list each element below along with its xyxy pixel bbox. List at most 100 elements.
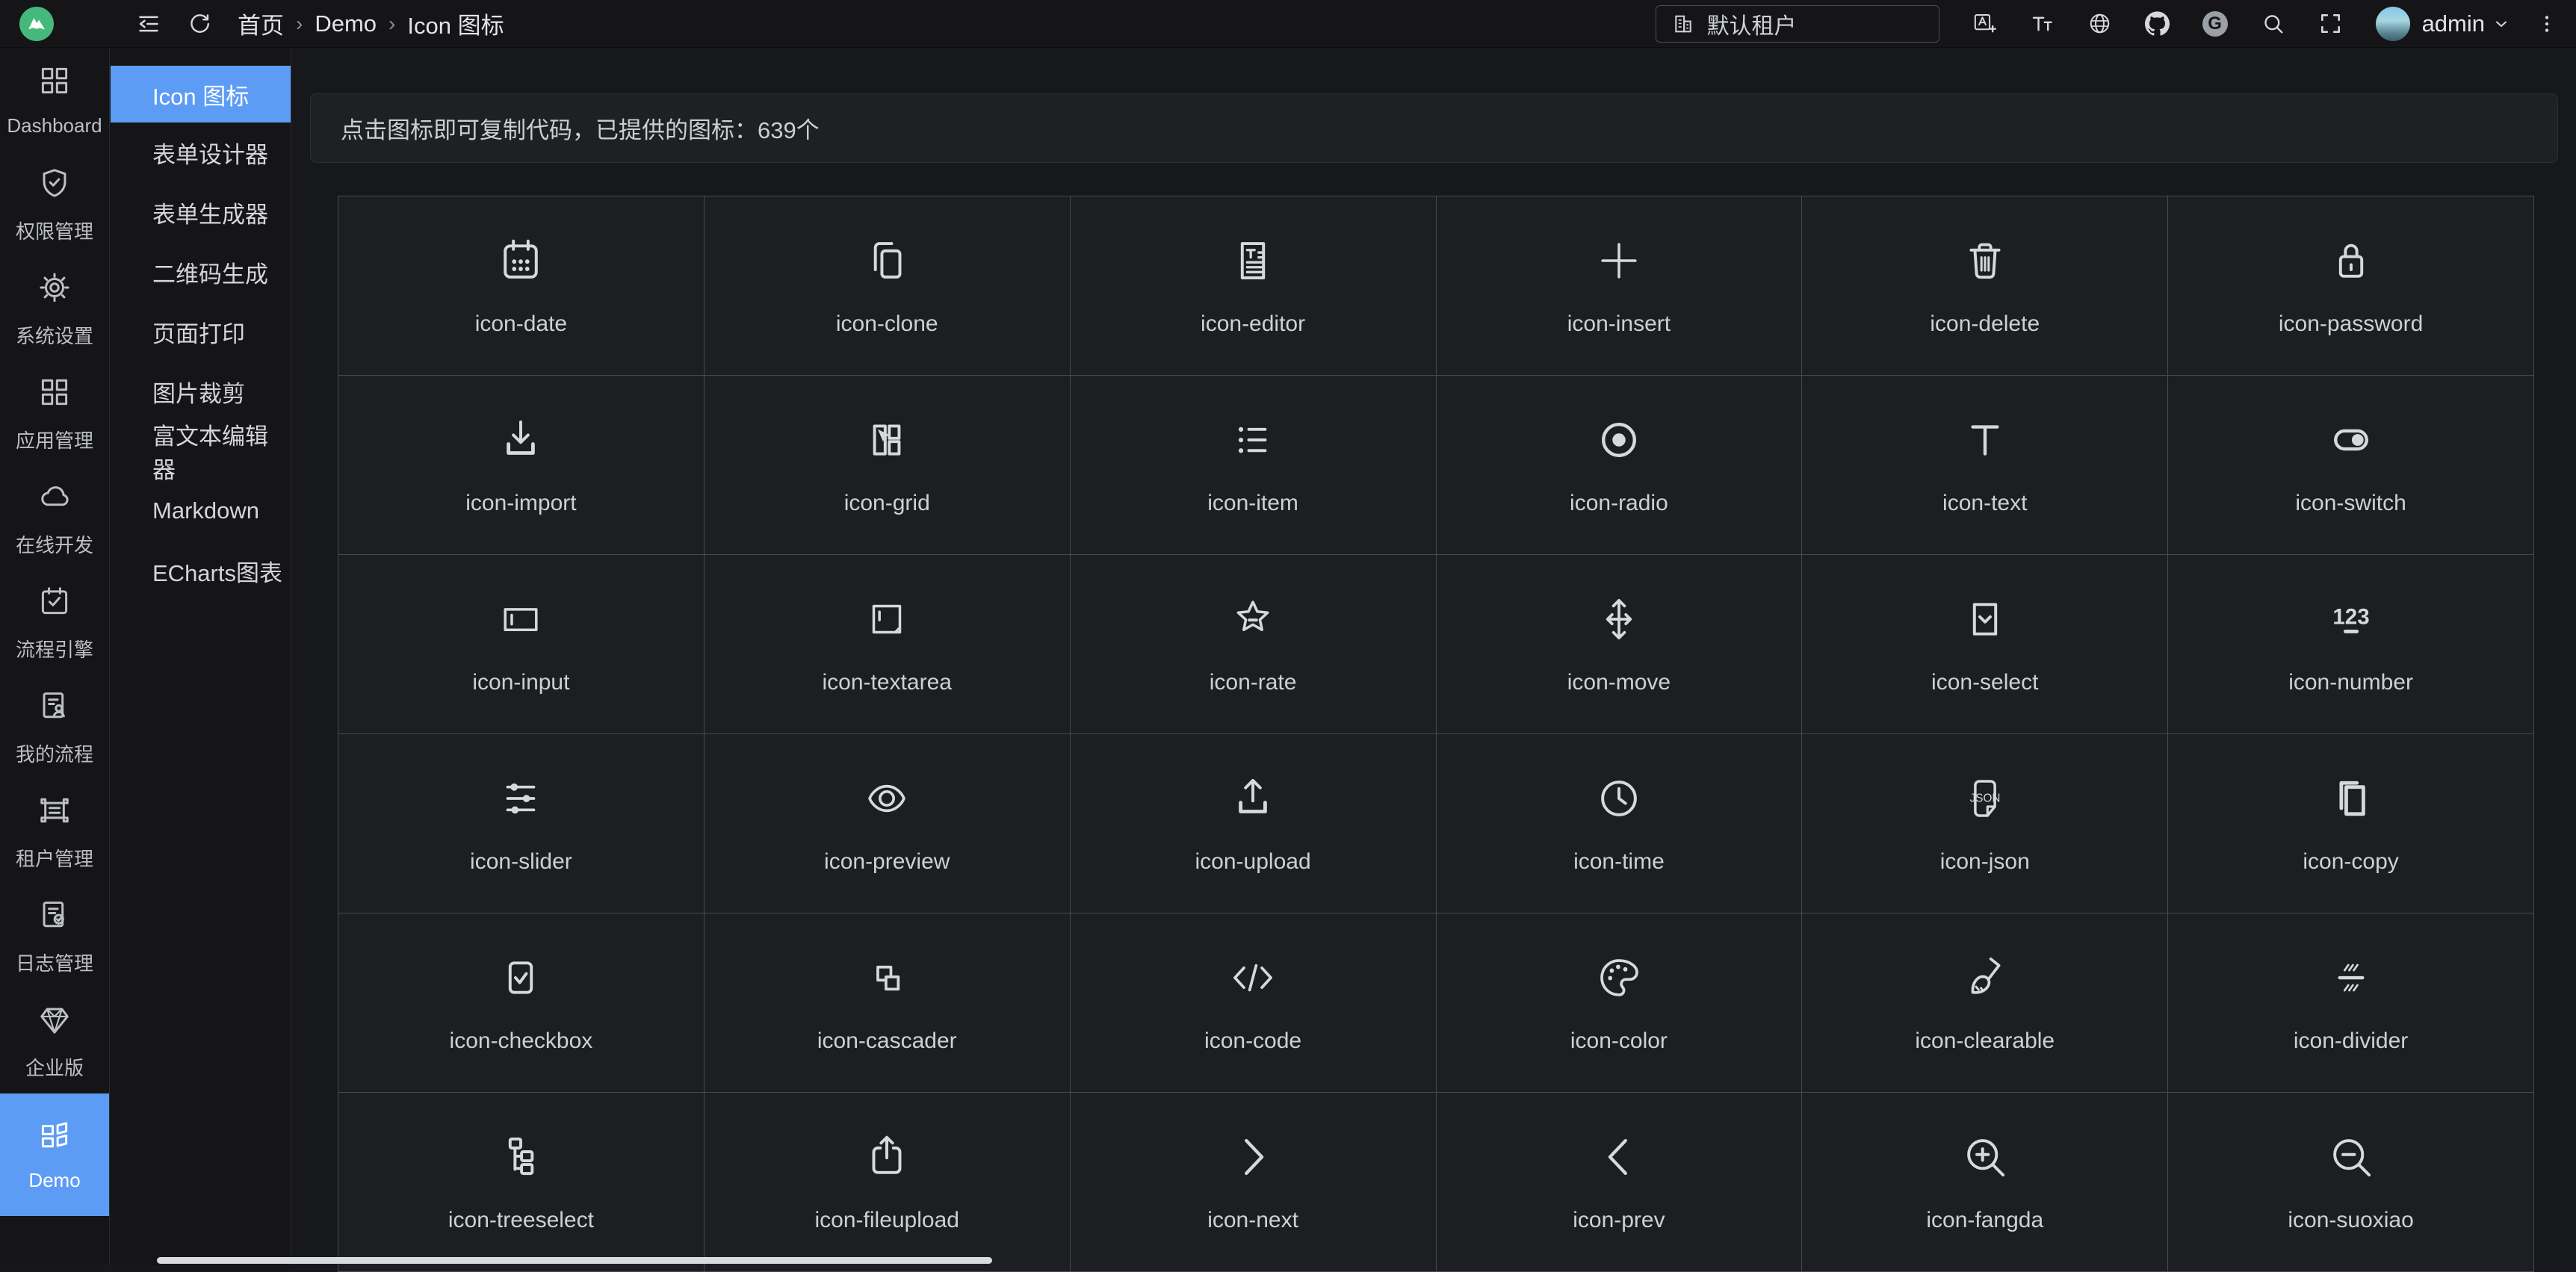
sidebar-item-[interactable]: 流程引擎 [0,571,109,675]
icon-card-icon-fangda[interactable]: icon-fangda [1802,1093,2168,1272]
icon-json: JSON [1959,772,2011,828]
sidebar-item-dashboard[interactable]: Dashboard [0,48,109,152]
icon-input [495,593,547,649]
icon-card-icon-cascader[interactable]: icon-cascader [705,913,1071,1093]
icon-card-icon-input[interactable]: icon-input [338,555,705,734]
breadcrumb-home[interactable]: 首页 [238,7,284,40]
icon-card-icon-select[interactable]: icon-select [1802,555,2168,734]
icon-card-icon-suoxiao[interactable]: icon-suoxiao [2168,1093,2534,1272]
icon-card-icon-color[interactable]: icon-color [1437,913,1803,1093]
sidebar-item-[interactable]: 应用管理 [0,362,109,466]
submenu-item-label: 表单生成器 [152,196,268,229]
icon-card-icon-next[interactable]: icon-next [1071,1093,1437,1272]
icon-card-icon-upload[interactable]: icon-upload [1071,734,1437,913]
sidebar-item-[interactable]: 系统设置 [0,257,109,362]
icon-card-icon-date[interactable]: icon-date [338,196,705,376]
icon-divider [2325,952,2377,1008]
globe-icon[interactable] [2087,11,2112,36]
icon-card-icon-insert[interactable]: icon-insert [1437,196,1803,376]
primary-nav: Dashboard 权限管理 系统设置 应用管理 在线开发 流程引擎 我的流程 … [0,48,109,1216]
icon-card-label: icon-clone [836,311,938,337]
icon-card-icon-slider[interactable]: icon-slider [338,734,705,913]
icon-card-icon-item[interactable]: icon-item [1071,376,1437,555]
svg-text:JSON: JSON [1969,792,2000,804]
icon-card-icon-divider[interactable]: icon-divider [2168,913,2534,1093]
icon-checkbox [495,952,547,1008]
icon-card-icon-move[interactable]: icon-move [1437,555,1803,734]
icon-card-icon-import[interactable]: icon-import [338,376,705,555]
icon-card-icon-checkbox[interactable]: icon-checkbox [338,913,705,1093]
icon-card-icon-switch[interactable]: icon-switch [2168,376,2534,555]
icon-card-icon-clone[interactable]: icon-clone [705,196,1071,376]
refresh-icon[interactable] [187,11,212,37]
tip-card: 点击图标即可复制代码，已提供的图标：639个 [310,93,2558,163]
submenu-item-[interactable]: 页面打印 [111,302,291,362]
icon-card-icon-editor[interactable]: icon-editor [1071,196,1437,376]
icon-number: 123 [2325,593,2377,649]
icon-card-icon-password[interactable]: icon-password [2168,196,2534,376]
breadcrumb-demo[interactable]: Demo [315,10,377,37]
icon-insert [1593,235,1645,291]
icon-card-icon-delete[interactable]: icon-delete [1802,196,2168,376]
icon-card-icon-rate[interactable]: icon-rate [1071,555,1437,734]
submenu-item-[interactable]: 表单生成器 [111,182,291,242]
icon-card-icon-preview[interactable]: icon-preview [705,734,1071,913]
icon-card-label: icon-delete [1930,311,2040,337]
submenu-item-icon[interactable]: Icon 图标 [111,66,291,122]
icon-import [495,414,547,470]
submenu-item-echarts[interactable]: ECharts图表 [111,541,291,601]
search-icon[interactable] [2261,11,2285,36]
submenu-item-[interactable]: 图片裁剪 [111,362,291,421]
submenu-item-label: 表单设计器 [152,136,268,170]
translate-icon[interactable] [1972,11,1997,36]
sidebar-item-[interactable]: 日志管理 [0,884,109,989]
more-options-icon[interactable] [2536,13,2558,35]
icon-card-label: icon-time [1573,849,1665,875]
icon-card-icon-textarea[interactable]: icon-textarea [705,555,1071,734]
sidebar-item-[interactable]: 我的流程 [0,675,109,780]
breadcrumb-separator: › [296,12,303,36]
sidebar-item-label: Dashboard [7,114,102,137]
tenant-frame-icon [37,793,72,833]
submenu-item-[interactable]: 富文本编辑器 [111,421,291,481]
submenu-item-markdown[interactable]: Markdown [111,481,291,541]
sidebar-item-[interactable]: 企业版 [0,989,109,1093]
collapse-sidebar-icon[interactable] [136,11,161,37]
topbar: 首页 › Demo › Icon 图标 默认租户 [0,0,2576,48]
icon-card-label: icon-fileupload [815,1208,959,1233]
icon-card-icon-code[interactable]: icon-code [1071,913,1437,1093]
sidebar-item-[interactable]: 权限管理 [0,152,109,257]
user-avatar[interactable] [2376,7,2410,41]
icon-card-label: icon-prev [1573,1208,1665,1233]
icon-card-icon-time[interactable]: icon-time [1437,734,1803,913]
tenant-select[interactable]: 默认租户 [1656,5,1939,43]
horizontal-scrollbar-thumb[interactable] [157,1257,992,1264]
font-size-icon[interactable] [2030,11,2055,36]
primary-sidebar: Dashboard 权限管理 系统设置 应用管理 在线开发 流程引擎 我的流程 … [0,48,110,1265]
icon-card-icon-fileupload[interactable]: icon-fileupload [705,1093,1071,1272]
icon-card-icon-number[interactable]: 123 icon-number [2168,555,2534,734]
github-icon[interactable] [2145,11,2170,36]
icon-card-icon-text[interactable]: icon-text [1802,376,2168,555]
main-content: 点击图标即可复制代码，已提供的图标：639个 icon-date icon-cl… [292,48,2576,1265]
sidebar-item-demo[interactable]: Demo [0,1093,109,1216]
chevron-down-icon[interactable] [2492,15,2510,33]
icon-card-icon-radio[interactable]: icon-radio [1437,376,1803,555]
icon-card-icon-json[interactable]: JSON icon-json [1802,734,2168,913]
gem-icon [37,1002,72,1042]
icon-card-icon-grid[interactable]: icon-grid [705,376,1071,555]
icon-card-icon-clearable[interactable]: icon-clearable [1802,913,2168,1093]
fullscreen-icon[interactable] [2318,11,2343,36]
submenu-item-[interactable]: 表单设计器 [111,122,291,182]
icon-card-label: icon-next [1207,1208,1298,1233]
icon-card-icon-treeselect[interactable]: icon-treeselect [338,1093,705,1272]
username[interactable]: admin [2422,10,2485,37]
icon-card-icon-copy[interactable]: icon-copy [2168,734,2534,913]
icon-card-icon-prev[interactable]: icon-prev [1437,1093,1803,1272]
sidebar-item-[interactable]: 租户管理 [0,780,109,884]
sidebar-item-[interactable]: 在线开发 [0,466,109,571]
gitee-icon[interactable]: G [2202,11,2228,37]
app-logo[interactable] [19,7,54,41]
icon-card-label: icon-number [2288,670,2413,695]
submenu-item-[interactable]: 二维码生成 [111,242,291,302]
